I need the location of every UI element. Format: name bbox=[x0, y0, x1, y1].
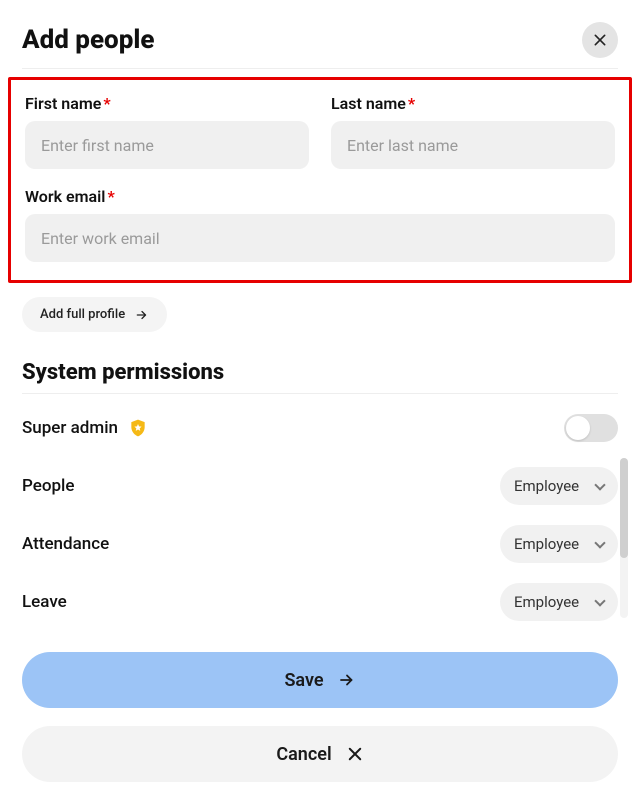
permission-label: Attendance bbox=[22, 534, 109, 554]
required-marker: * bbox=[103, 94, 110, 113]
save-button[interactable]: Save bbox=[22, 652, 618, 708]
select-value: Employee bbox=[514, 477, 579, 495]
last-name-label: Last name* bbox=[331, 94, 615, 113]
header-divider bbox=[22, 68, 618, 69]
permission-label: People bbox=[22, 476, 75, 496]
close-icon bbox=[592, 32, 608, 48]
add-full-profile-button[interactable]: Add full profile bbox=[22, 297, 167, 332]
work-email-input[interactable] bbox=[25, 214, 615, 262]
last-name-label-text: Last name bbox=[331, 94, 406, 113]
close-icon bbox=[346, 745, 364, 763]
required-marker: * bbox=[107, 187, 114, 206]
permission-row-leave: Leave Employee bbox=[22, 582, 618, 622]
toggle-knob bbox=[566, 416, 590, 440]
close-button[interactable] bbox=[582, 22, 618, 58]
permission-label: Leave bbox=[22, 592, 67, 612]
add-full-profile-label: Add full profile bbox=[40, 307, 125, 322]
scrollbar-track[interactable] bbox=[620, 458, 628, 618]
super-admin-toggle[interactable] bbox=[564, 414, 618, 442]
select-value: Employee bbox=[514, 535, 579, 553]
required-marker: * bbox=[408, 94, 415, 113]
required-fields-highlight: First name* Last name* Work email* bbox=[8, 77, 632, 283]
last-name-input[interactable] bbox=[331, 121, 615, 169]
first-name-label-text: First name bbox=[25, 94, 101, 113]
arrow-right-icon bbox=[338, 671, 356, 689]
modal-footer: Save Cancel bbox=[22, 652, 618, 782]
chevron-down-icon bbox=[594, 537, 605, 548]
cancel-button[interactable]: Cancel bbox=[22, 726, 618, 782]
chevron-down-icon bbox=[594, 595, 605, 606]
permission-row-people: People Employee bbox=[22, 466, 618, 506]
people-role-select[interactable]: Employee bbox=[500, 467, 618, 505]
first-name-input[interactable] bbox=[25, 121, 309, 169]
arrow-right-icon bbox=[135, 308, 149, 322]
super-admin-label: Super admin bbox=[22, 418, 118, 438]
leave-role-select[interactable]: Employee bbox=[500, 583, 618, 621]
section-divider bbox=[22, 393, 618, 394]
super-admin-row: Super admin bbox=[22, 408, 618, 448]
modal-title: Add people bbox=[22, 25, 154, 55]
system-permissions-title: System permissions bbox=[22, 360, 618, 385]
modal-header: Add people bbox=[22, 22, 618, 58]
first-name-label: First name* bbox=[25, 94, 309, 113]
scrollbar-thumb[interactable] bbox=[620, 458, 628, 558]
chevron-down-icon bbox=[594, 479, 605, 490]
cancel-button-label: Cancel bbox=[276, 744, 331, 765]
modal-panel: Add people First name* Last name* bbox=[0, 0, 640, 804]
save-button-label: Save bbox=[284, 670, 323, 691]
work-email-label-text: Work email bbox=[25, 187, 105, 206]
attendance-role-select[interactable]: Employee bbox=[500, 525, 618, 563]
shield-icon bbox=[128, 418, 148, 438]
permission-row-attendance: Attendance Employee bbox=[22, 524, 618, 564]
permissions-list: Super admin People Employee Attendance E… bbox=[22, 408, 618, 622]
work-email-label: Work email* bbox=[25, 187, 615, 206]
select-value: Employee bbox=[514, 593, 579, 611]
